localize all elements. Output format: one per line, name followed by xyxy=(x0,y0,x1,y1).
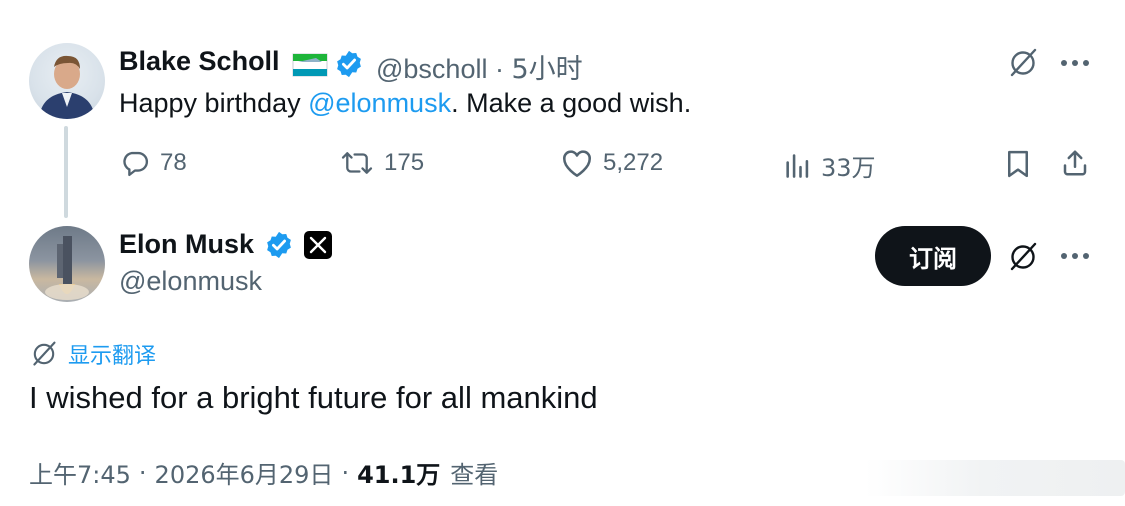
views-count: 41.1万 xyxy=(357,461,441,489)
main-author-name[interactable]: Elon Musk xyxy=(119,229,254,260)
repost-button[interactable]: 175 xyxy=(340,148,424,178)
reply-author-name[interactable]: Blake Scholl xyxy=(119,46,280,77)
separator: · xyxy=(494,54,504,84)
verified-badge-icon xyxy=(264,230,294,265)
tweet-time[interactable]: 上午7:45 xyxy=(29,455,131,490)
bookmark-icon[interactable] xyxy=(1002,148,1034,180)
more-icon[interactable] xyxy=(1058,245,1092,267)
flag-icon xyxy=(292,52,328,78)
views-count: 33万 xyxy=(821,154,876,182)
grok-icon[interactable] xyxy=(1005,46,1041,80)
like-count: 5,272 xyxy=(603,149,664,176)
reply-author-handle[interactable]: @bscholl · 5小时 xyxy=(376,47,583,86)
main-tweet-text: I wished for a bright future for all man… xyxy=(29,380,598,415)
x-logo-icon xyxy=(304,231,332,259)
tweet-meta: 上午7:45 · 2026年6月29日 · 41.1万 查看 xyxy=(29,455,498,490)
avatar-blake-scholl[interactable] xyxy=(29,43,105,119)
grok-icon xyxy=(33,341,56,366)
separator: · xyxy=(138,458,147,487)
thread-connector xyxy=(64,126,68,218)
main-author-handle[interactable]: @elonmusk xyxy=(119,266,262,297)
views-button[interactable]: 33万 xyxy=(783,148,876,183)
views-chart-icon xyxy=(786,153,809,178)
repost-icon xyxy=(341,152,373,174)
reply-button[interactable]: 78 xyxy=(120,148,187,178)
tweet-date[interactable]: 2026年6月29日 xyxy=(155,455,334,490)
handle-text[interactable]: @bscholl xyxy=(376,54,487,84)
share-icon[interactable] xyxy=(1058,146,1092,180)
reply-count: 78 xyxy=(160,149,187,176)
reply-timestamp[interactable]: 5小时 xyxy=(512,54,583,85)
views-label[interactable]: 查看 xyxy=(450,455,498,490)
reply-text-prefix: Happy birthday xyxy=(119,88,309,118)
repost-count: 175 xyxy=(384,149,425,176)
watermark-fade xyxy=(865,460,1125,496)
heart-icon xyxy=(563,150,591,177)
more-icon[interactable] xyxy=(1058,52,1092,74)
subscribe-button[interactable]: 订阅 xyxy=(875,226,991,286)
mention-link[interactable]: @elonmusk xyxy=(308,88,451,118)
avatar-elon-musk[interactable] xyxy=(29,226,105,302)
show-translation-link[interactable]: 显示翻译 xyxy=(30,338,156,370)
like-button[interactable]: 5,272 xyxy=(561,148,663,178)
reply-text-suffix: . Make a good wish. xyxy=(451,88,692,118)
verified-badge-icon xyxy=(334,49,364,84)
reply-icon xyxy=(123,151,149,177)
separator: · xyxy=(341,458,350,487)
grok-icon[interactable] xyxy=(1005,240,1041,274)
reply-tweet-text: Happy birthday @elonmusk. Make a good wi… xyxy=(119,88,691,119)
translate-label[interactable]: 显示翻译 xyxy=(68,338,156,370)
